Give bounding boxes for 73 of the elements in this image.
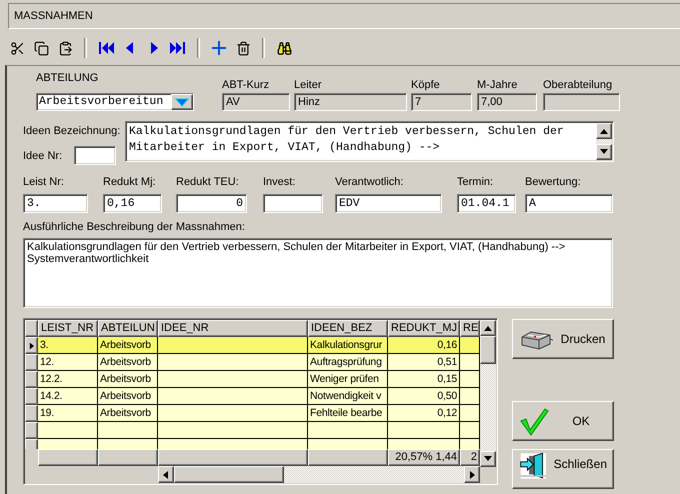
field-label: ABTEILUNG (36, 71, 100, 85)
ok-button[interactable]: OK (512, 401, 614, 441)
text-area[interactable]: Kalkulationsgrundlagen für den Vertrieb verbessern, Schulen der Mitarbeiter in Export, VIAT, (Handhabung) --> (125, 121, 614, 162)
table-row[interactable]: 19. Arbeitsvorb Fehlteile bearbe 0,12 (25, 405, 480, 422)
text-field[interactable]: 3. (23, 194, 88, 213)
form-title: MASSNAHMEN (14, 10, 93, 22)
field-label: Köpfe (411, 78, 441, 92)
row-selector[interactable] (25, 371, 38, 388)
footer-cell: 20,57% 1,44 (388, 449, 460, 466)
scrollbar-thumb[interactable] (480, 336, 496, 364)
column-header[interactable]: RE (460, 320, 480, 337)
row-selector[interactable] (25, 405, 38, 422)
text-field[interactable]: 01.04.1 (457, 194, 516, 213)
readonly-field[interactable]: AV (222, 93, 290, 111)
last-record-icon[interactable] (169, 39, 187, 57)
text-field[interactable]: 0 (176, 194, 247, 213)
dropdown-arrow-icon (175, 97, 189, 107)
row-selector[interactable] (25, 388, 38, 405)
add-icon[interactable] (210, 39, 228, 57)
column-header[interactable]: ABTEILUN (98, 320, 158, 337)
text-field[interactable] (263, 194, 323, 213)
checkmark-icon (519, 406, 549, 436)
text-field[interactable]: A (525, 194, 613, 213)
column-header[interactable]: IDEEN_BEZ (308, 320, 388, 337)
text-area[interactable]: Kalkulationsgrundlagen für den Vertrieb verbessern, Schulen der Mitarbeiter in Export, VIAT, (Handhabung) --> Systemverantwortlichkeit (23, 238, 613, 308)
close-button[interactable]: Schließen (512, 449, 614, 489)
table-row[interactable]: 3. Arbeitsvorb Kalkulationsgrur 0,16 (25, 337, 480, 354)
scrollbar-thumb[interactable] (174, 466, 284, 483)
print-button[interactable]: Drucken (512, 319, 614, 359)
footer-cell (98, 449, 158, 466)
field-label: Idee Nr: (23, 148, 64, 162)
text-field[interactable]: 0,16 (103, 194, 162, 213)
department-dropdown[interactable]: Arbeitsvorbereitun (36, 93, 194, 111)
column-header[interactable]: IDEE_NR (158, 320, 308, 337)
readonly-field[interactable]: Hinz (294, 93, 407, 111)
footer-cell: 2 (460, 449, 480, 466)
right-arrow-icon (468, 468, 476, 480)
field-label: M-Jahre (477, 78, 518, 92)
left-arrow-icon (162, 468, 170, 480)
row-selector[interactable] (25, 422, 38, 439)
scroll-up-button[interactable] (596, 123, 612, 139)
vertical-scrollbar[interactable] (480, 320, 496, 467)
idea-text: Kalkulationsgrundlagen für den Vertrieb verbessern, Schulen der Mitarbeiter in Export, VIAT, (Handhabung) --> (128, 124, 565, 156)
field-label: Verantwotlich: (335, 175, 404, 189)
horizontal-scrollbar[interactable] (158, 466, 480, 483)
idea-number-field[interactable] (74, 146, 116, 165)
field-label: Leist Nr: (23, 175, 65, 189)
row-selector[interactable] (25, 337, 38, 354)
column-header[interactable]: REDUKT_MJ (388, 320, 460, 337)
field-label: Ideen Bezeichnung: (23, 124, 122, 138)
text-field[interactable]: EDV (335, 194, 442, 213)
readonly-field[interactable]: 7,00 (477, 93, 537, 111)
field-label: Redukt Mj: (103, 175, 157, 189)
field-label: Ausführliche Beschreibung der Massnahmen: (23, 220, 246, 234)
scroll-down-button[interactable] (596, 144, 612, 160)
column-header[interactable]: LEIST_NR (38, 320, 98, 337)
table-row[interactable]: 14.2. Arbeitsvorb Notwendigkeit v 0,50 (25, 388, 480, 405)
field-label: Invest: (263, 175, 296, 189)
row-selector[interactable] (25, 354, 38, 371)
field-label: Leiter (294, 78, 323, 92)
field-label: Oberabteilung (543, 78, 614, 92)
table-row[interactable]: 12.2. Arbeitsvorb Weniger prüfen 0,15 (25, 371, 480, 388)
readonly-field[interactable]: 7 (411, 93, 472, 111)
field-label: Redukt TEU: (176, 175, 240, 189)
first-record-icon[interactable] (97, 39, 115, 57)
field-label: Termin: (457, 175, 494, 189)
readonly-field[interactable] (543, 93, 620, 111)
empty-row[interactable] (25, 422, 480, 439)
field-label: Bewertung: (525, 175, 582, 189)
table-row[interactable]: 12. Arbeitsvorb Auftragsprüfung 0,51 (25, 354, 480, 371)
copy-icon[interactable] (32, 39, 50, 57)
current-row-icon (28, 340, 35, 350)
field-label: ABT-Kurz (222, 78, 270, 92)
